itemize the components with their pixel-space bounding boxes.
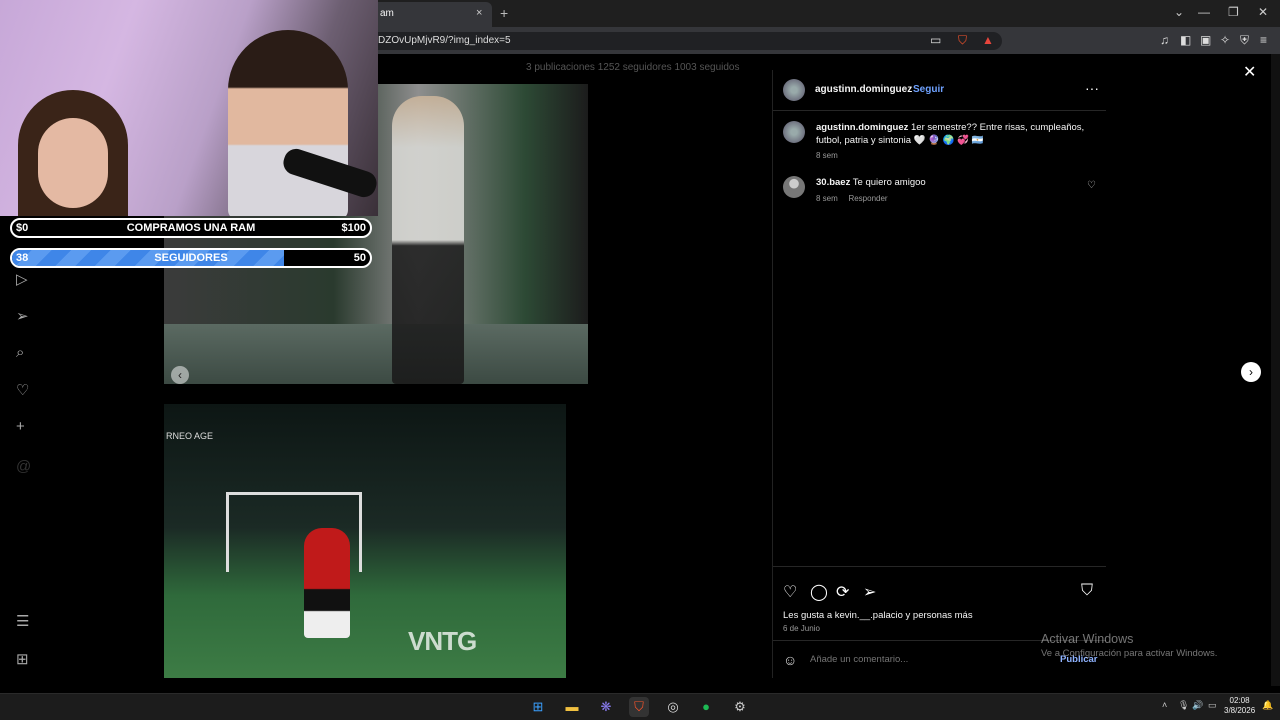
webcam-overlay (0, 0, 378, 216)
plus-icon[interactable]: + (16, 418, 25, 435)
divider (773, 566, 1106, 567)
volume-icon[interactable]: 🔊 (1192, 700, 1203, 711)
profile-stats: 3 publicaciones 1252 seguidores 1003 seg… (526, 62, 740, 73)
likes-summary[interactable]: Les gusta a kevin.__.palacio y personas … (783, 610, 973, 621)
photo-tag: RNEO AGE (166, 431, 214, 441)
browser-tab[interactable]: am (372, 2, 492, 27)
like-icon[interactable]: ♡ (783, 582, 797, 602)
followers-goal-bar: 38 SEGUIDORES 50 (10, 248, 372, 268)
microphone-icon[interactable]: 🎙 (1178, 700, 1189, 711)
tab-search-icon[interactable]: ⌄ (1174, 5, 1184, 19)
separator-dot: • (904, 84, 908, 95)
next-post-button[interactable]: › (1241, 362, 1261, 382)
ram-goal-label: COMPRAMOS UNA RAM (126, 222, 256, 234)
clock[interactable]: 02:08 3/8/2026 (1224, 696, 1255, 716)
divider (773, 110, 1106, 111)
steam-icon[interactable]: ⚙ (730, 697, 750, 717)
network-icon[interactable]: ▭ (1208, 700, 1217, 711)
post-caption: agustinn.dominguez 1er semestre?? Entre … (816, 122, 1086, 163)
comment-icon[interactable]: ◯ (810, 582, 828, 602)
music-icon[interactable]: ♫ (1160, 33, 1169, 47)
photo-watermark: VNTG (408, 626, 477, 656)
person (392, 96, 464, 384)
floor (164, 324, 588, 384)
close-window-button[interactable]: ✕ (1258, 5, 1268, 19)
menu-icon[interactable]: ≡ (1260, 33, 1267, 47)
heart-icon[interactable]: ♡ (16, 381, 29, 399)
share-icon[interactable]: ➢ (863, 582, 876, 602)
minimize-button[interactable]: — (1198, 5, 1210, 19)
spotify-icon[interactable]: ● (696, 697, 716, 717)
tab-title: am (380, 8, 394, 19)
comment-input[interactable] (810, 654, 1050, 665)
notification-icon[interactable]: 🔔 (1262, 700, 1273, 711)
windows-start-icon[interactable]: ⊞ (528, 697, 548, 717)
brave-shield-icon[interactable]: ⛉ (958, 33, 967, 48)
post-photo-bottom: RNEO AGE VNTG (164, 404, 566, 678)
followers-goal-max: 50 (353, 252, 366, 264)
follow-button[interactable]: Seguir (913, 84, 944, 95)
reels-icon[interactable]: ▷ (16, 270, 28, 288)
url-field[interactable]: DZOvUpMjvR9/?img_index=5 (370, 32, 1002, 50)
sidebar-icon[interactable]: ◧ (1180, 33, 1191, 47)
threads-icon[interactable]: @ (16, 458, 31, 475)
scrollbar[interactable] (1271, 54, 1280, 686)
commenter-avatar[interactable] (783, 176, 805, 198)
windows-activation-title: Activar Windows (1041, 632, 1134, 646)
streamer-left-face (38, 118, 108, 208)
app-icon[interactable]: ❋ (596, 697, 616, 717)
streamer-right (228, 30, 348, 216)
restore-button[interactable]: ❐ (1228, 5, 1239, 19)
leo-icon[interactable]: ✧ (1220, 33, 1230, 47)
wallet-icon[interactable]: ▣ (1200, 33, 1211, 47)
clock-date: 3/8/2026 (1224, 706, 1256, 715)
clock-time: 02:08 (1229, 696, 1250, 705)
send-icon[interactable]: ➢ (16, 307, 29, 325)
post-author[interactable]: agustinn.dominguez (815, 84, 912, 95)
obs-icon[interactable]: ◎ (663, 697, 683, 717)
windows-activation-subtitle: Ve a Configuración para activar Windows. (1041, 648, 1218, 659)
comment-user[interactable]: 30.baez (816, 177, 850, 188)
comment-time: 8 sem (816, 194, 838, 203)
reply-button[interactable]: Responder (848, 194, 887, 203)
file-explorer-icon[interactable]: ▬ (562, 697, 582, 717)
ram-goal-bar: $0 COMPRAMOS UNA RAM $100 (10, 218, 372, 238)
post-date: 6 de Junio (783, 624, 820, 633)
save-icon[interactable]: ⛉ (1081, 582, 1093, 600)
rewards-icon[interactable]: ▲ (982, 33, 994, 47)
comment: 30.baez Te quiero amigoo 8 sem Responder (816, 177, 926, 204)
comment-text: Te quiero amigoo (852, 177, 926, 188)
followers-goal-label: SEGUIDORES (154, 252, 228, 264)
author-avatar[interactable] (783, 79, 805, 101)
emoji-icon[interactable]: ☺ (783, 652, 797, 668)
caption-time: 8 sem (816, 151, 838, 160)
player (304, 528, 350, 638)
more-options-icon[interactable]: ··· (1085, 80, 1099, 96)
new-tab-button[interactable]: + (500, 5, 508, 21)
tray-expand-icon[interactable]: ˄ (1162, 700, 1167, 710)
repost-icon[interactable]: ⟳ (836, 582, 849, 602)
grid-icon[interactable]: ⊞ (16, 650, 29, 668)
tab-close-icon[interactable]: × (476, 7, 482, 19)
brave-icon[interactable]: ⛉ (629, 697, 649, 717)
caption-user[interactable]: agustinn.dominguez (816, 122, 908, 133)
previous-image-button[interactable]: ‹ (171, 366, 189, 384)
laptop-icon[interactable]: ▭ (930, 33, 941, 47)
caption-avatar[interactable] (783, 121, 805, 143)
comment-like-icon[interactable]: ♡ (1087, 180, 1096, 191)
ram-goal-max: $100 (341, 222, 366, 234)
close-icon[interactable]: ✕ (1243, 62, 1256, 82)
vpn-icon[interactable]: ⛨ (1240, 33, 1249, 48)
hamburger-menu-icon[interactable]: ☰ (16, 612, 29, 630)
search-icon[interactable]: ⌕ (16, 344, 24, 361)
